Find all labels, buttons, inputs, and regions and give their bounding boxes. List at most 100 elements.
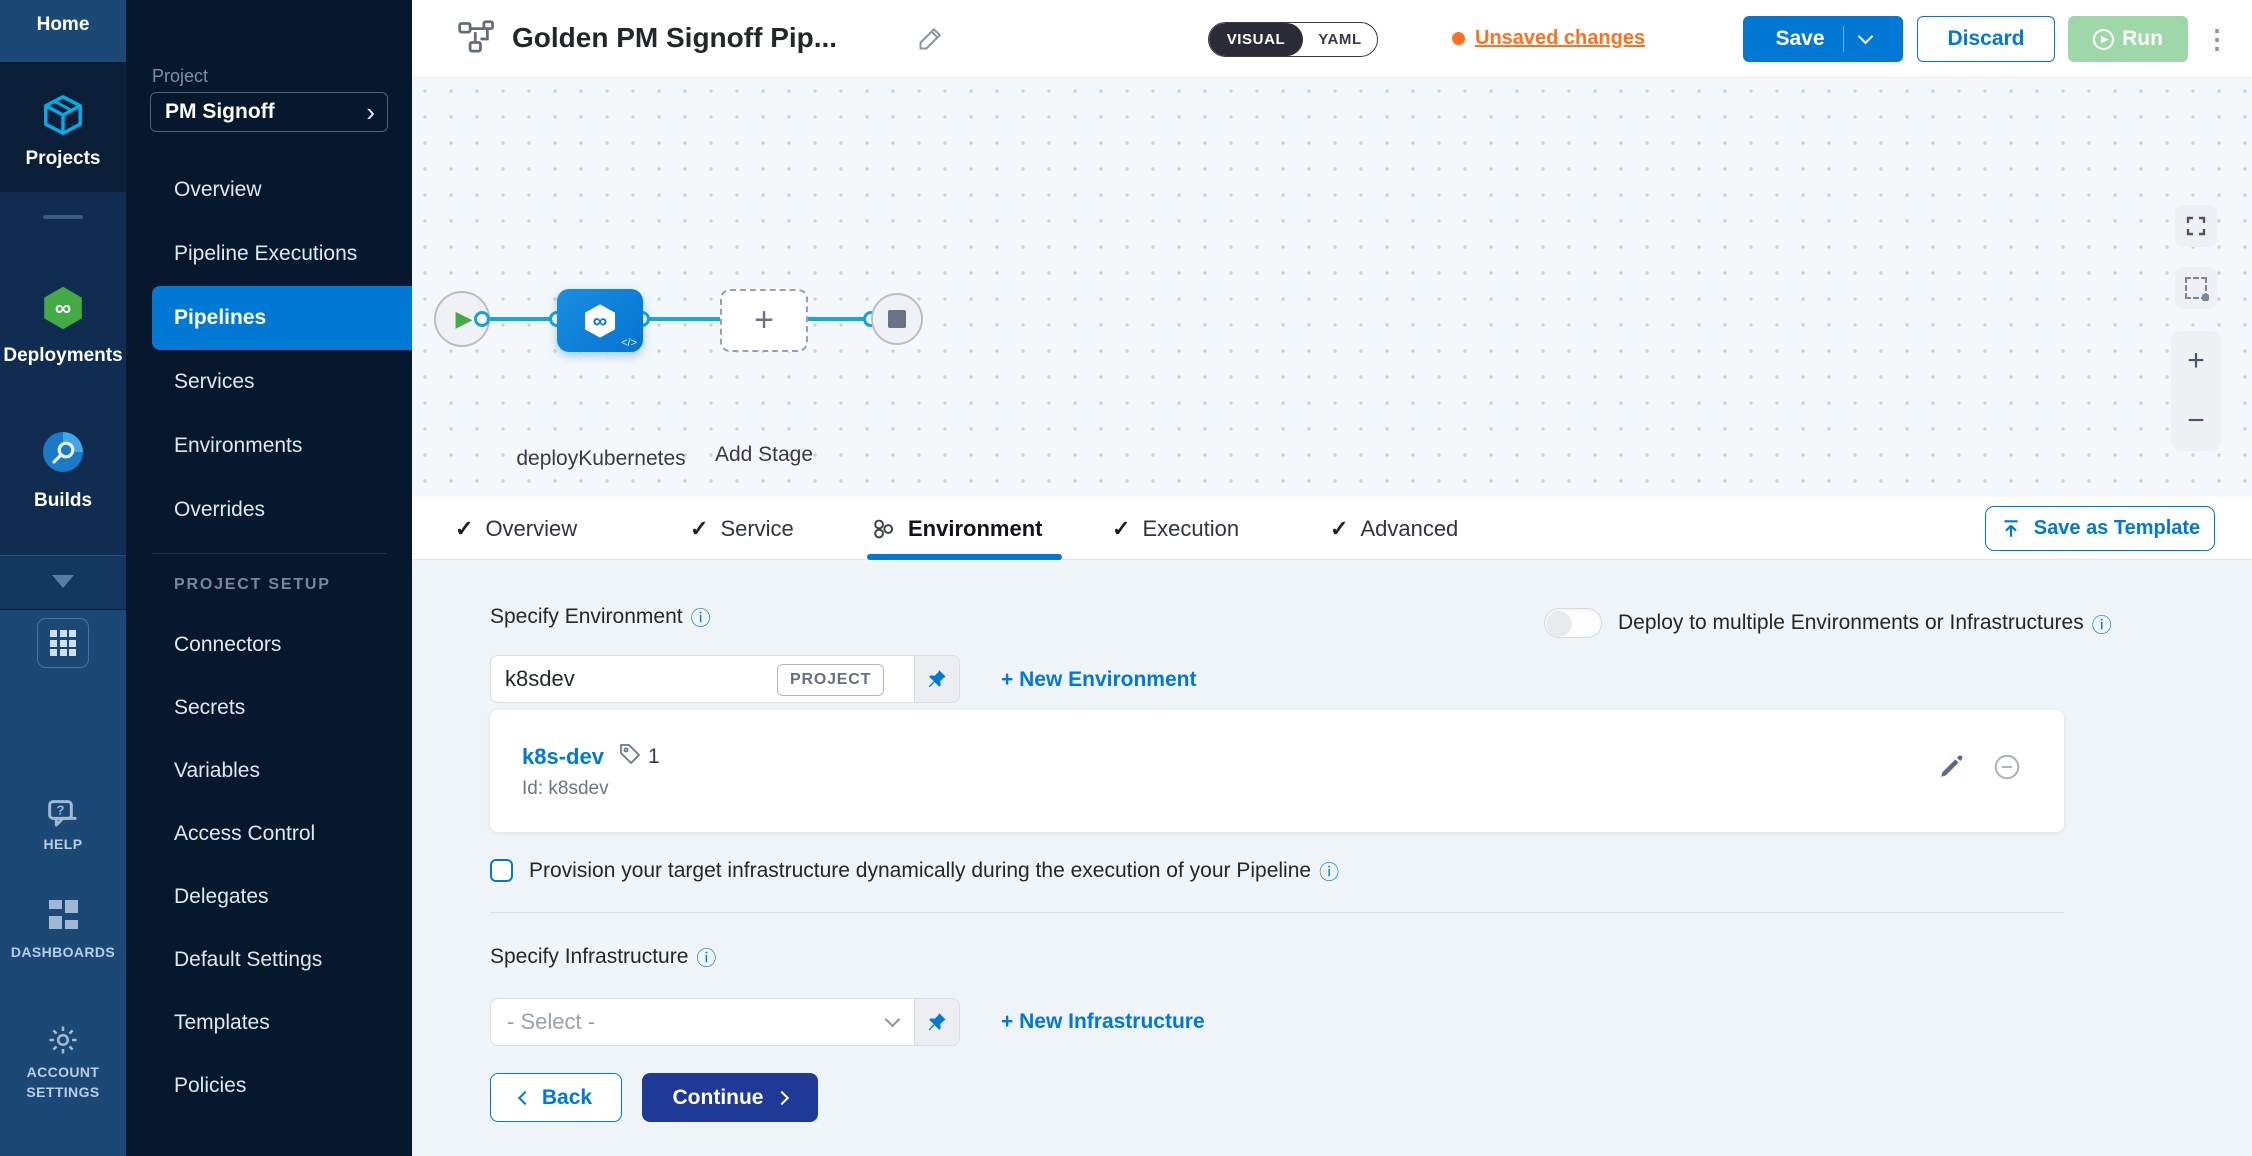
canvas-fullscreen-button[interactable]	[2175, 205, 2217, 247]
sidebar-item-policies[interactable]: Policies	[126, 1054, 412, 1118]
edge-endpoint	[474, 311, 490, 327]
sidebar-item-variables[interactable]: Variables	[126, 739, 412, 803]
pin-icon[interactable]	[915, 999, 959, 1045]
check-icon: ✓	[455, 516, 473, 542]
tab-label: Advanced	[1360, 516, 1458, 542]
sidebar-item-secrets[interactable]: Secrets	[126, 676, 412, 740]
tab-advanced[interactable]: ✓ Advanced	[1330, 497, 1458, 560]
sidebar-item-default-settings[interactable]: Default Settings	[126, 928, 412, 992]
tab-label: Overview	[485, 516, 577, 542]
selection-box-icon	[2185, 277, 2207, 299]
environment-card-name[interactable]: k8s-dev	[522, 744, 604, 770]
run-button[interactable]: ▶ Run	[2068, 16, 2188, 62]
tab-overview[interactable]: ✓ Overview	[455, 497, 577, 560]
rail-item-dashboards[interactable]: DASHBOARDS	[0, 944, 126, 960]
upload-icon	[2000, 518, 2022, 540]
toggle-visual[interactable]: VISUAL	[1209, 23, 1303, 56]
plus-icon: +	[754, 301, 774, 340]
continue-label: Continue	[673, 1086, 764, 1110]
back-button[interactable]: Back	[490, 1073, 622, 1122]
dashboards-icon[interactable]	[0, 900, 126, 929]
sidebar-item-pipelines[interactable]: Pipelines	[152, 286, 412, 350]
sidebar-item-overview[interactable]: Overview	[126, 158, 412, 222]
info-icon[interactable]: ⓘ	[696, 942, 716, 971]
main-area: Golden PM Signoff Pip... VISUAL YAML Uns…	[412, 0, 2252, 1156]
chevron-right-icon	[775, 1090, 789, 1104]
stage-node-deploykubernetes[interactable]: ∞ </>	[557, 289, 643, 352]
pipeline-title: Golden PM Signoff Pip...	[512, 22, 837, 54]
rail-item-help[interactable]: HELP	[0, 836, 126, 852]
save-as-template-button[interactable]: Save as Template	[1985, 506, 2215, 551]
gear-icon[interactable]	[0, 1022, 126, 1058]
check-icon: ✓	[1330, 516, 1348, 542]
sidebar-item-environments[interactable]: Environments	[126, 414, 412, 478]
pin-icon[interactable]	[915, 656, 959, 702]
sidebar-divider	[152, 553, 386, 554]
module-rail: Home Projects ∞ Deployments Builds	[0, 0, 126, 1156]
tab-execution[interactable]: ✓ Execution	[1112, 497, 1239, 560]
continue-button[interactable]: Continue	[642, 1073, 818, 1122]
info-icon[interactable]: ⓘ	[2092, 609, 2112, 638]
sidebar-item-templates[interactable]: Templates	[126, 991, 412, 1055]
new-infrastructure-link[interactable]: + New Infrastructure	[1001, 1010, 1205, 1034]
edit-title-pencil-icon[interactable]	[917, 24, 945, 57]
remove-minus-circle-icon[interactable]	[1992, 752, 2022, 787]
rail-item-builds[interactable]: Builds	[0, 490, 126, 512]
canvas-select-button[interactable]	[2175, 267, 2217, 309]
deployments-cd-icon[interactable]: ∞	[0, 283, 126, 333]
stop-square-icon	[888, 310, 906, 328]
pipeline-header: Golden PM Signoff Pip... VISUAL YAML Uns…	[412, 0, 2252, 78]
rail-item-deployments[interactable]: Deployments	[0, 345, 126, 367]
rail-item-home[interactable]: Home	[0, 14, 126, 36]
pipeline-canvas[interactable]: ▶ ∞ </> + deployKubernetes Add Stage	[412, 78, 2252, 497]
sidebar-item-overrides[interactable]: Overrides	[126, 478, 412, 542]
discard-button[interactable]: Discard	[1917, 16, 2055, 62]
project-label: Project	[152, 66, 208, 87]
sidebar-item-delegates[interactable]: Delegates	[126, 865, 412, 929]
zoom-out-button[interactable]: −	[2171, 391, 2221, 451]
unsaved-changes[interactable]: Unsaved changes	[1452, 27, 1645, 50]
edit-pencil-icon[interactable]	[1938, 754, 1964, 785]
sidebar-item-access-control[interactable]: Access Control	[126, 802, 412, 866]
pipeline-edge	[462, 317, 897, 321]
save-dropdown-chevron-icon[interactable]	[1857, 29, 1873, 45]
builds-ci-icon[interactable]	[0, 428, 126, 476]
rail-item-account-settings[interactable]: ACCOUNT SETTINGS	[0, 1062, 126, 1103]
sidebar-item-services[interactable]: Services	[126, 350, 412, 414]
svg-text:?: ?	[56, 802, 64, 817]
rail-item-projects[interactable]: Projects	[0, 148, 126, 170]
sidebar-item-connectors[interactable]: Connectors	[126, 613, 412, 677]
save-button[interactable]: Save	[1743, 16, 1903, 62]
help-chat-icon[interactable]: ?	[0, 795, 126, 835]
add-stage-node[interactable]: +	[720, 289, 808, 352]
save-as-template-label: Save as Template	[2034, 517, 2200, 540]
infrastructure-select[interactable]: - Select -	[491, 999, 915, 1045]
tab-label: Environment	[908, 516, 1042, 542]
chevron-down-icon[interactable]	[52, 575, 74, 588]
info-icon[interactable]: ⓘ	[1319, 856, 1339, 885]
projects-cube-icon[interactable]	[0, 92, 126, 138]
module-selector-button[interactable]	[37, 618, 89, 668]
tab-service[interactable]: ✓ Service	[690, 497, 794, 560]
provision-row: Provision your target infrastructure dyn…	[490, 856, 1339, 885]
project-sidebar: Project PM Signoff › Overview Pipeline E…	[126, 0, 412, 1156]
svg-text:∞: ∞	[593, 310, 607, 332]
environment-icon	[870, 516, 896, 542]
info-icon[interactable]: ⓘ	[691, 602, 711, 631]
unsaved-label: Unsaved changes	[1475, 27, 1645, 50]
add-stage-label: Add Stage	[698, 443, 830, 467]
sidebar-item-pipeline-executions[interactable]: Pipeline Executions	[126, 222, 412, 286]
multi-env-toggle[interactable]	[1544, 608, 1602, 638]
project-selector[interactable]: PM Signoff ›	[150, 92, 388, 132]
header-kebab-menu-icon[interactable]: ⋮	[2202, 18, 2232, 60]
provision-checkbox[interactable]	[490, 859, 513, 882]
zoom-in-button[interactable]: +	[2171, 331, 2221, 391]
back-label: Back	[542, 1086, 592, 1110]
multi-env-label: Deploy to multiple Environments or Infra…	[1618, 611, 2084, 635]
unsaved-dot-icon	[1452, 32, 1465, 45]
check-icon: ✓	[690, 516, 708, 542]
svg-text:∞: ∞	[55, 295, 71, 321]
tab-environment[interactable]: Environment	[870, 497, 1042, 560]
toggle-yaml[interactable]: YAML	[1303, 23, 1377, 56]
new-environment-link[interactable]: + New Environment	[1001, 668, 1196, 692]
